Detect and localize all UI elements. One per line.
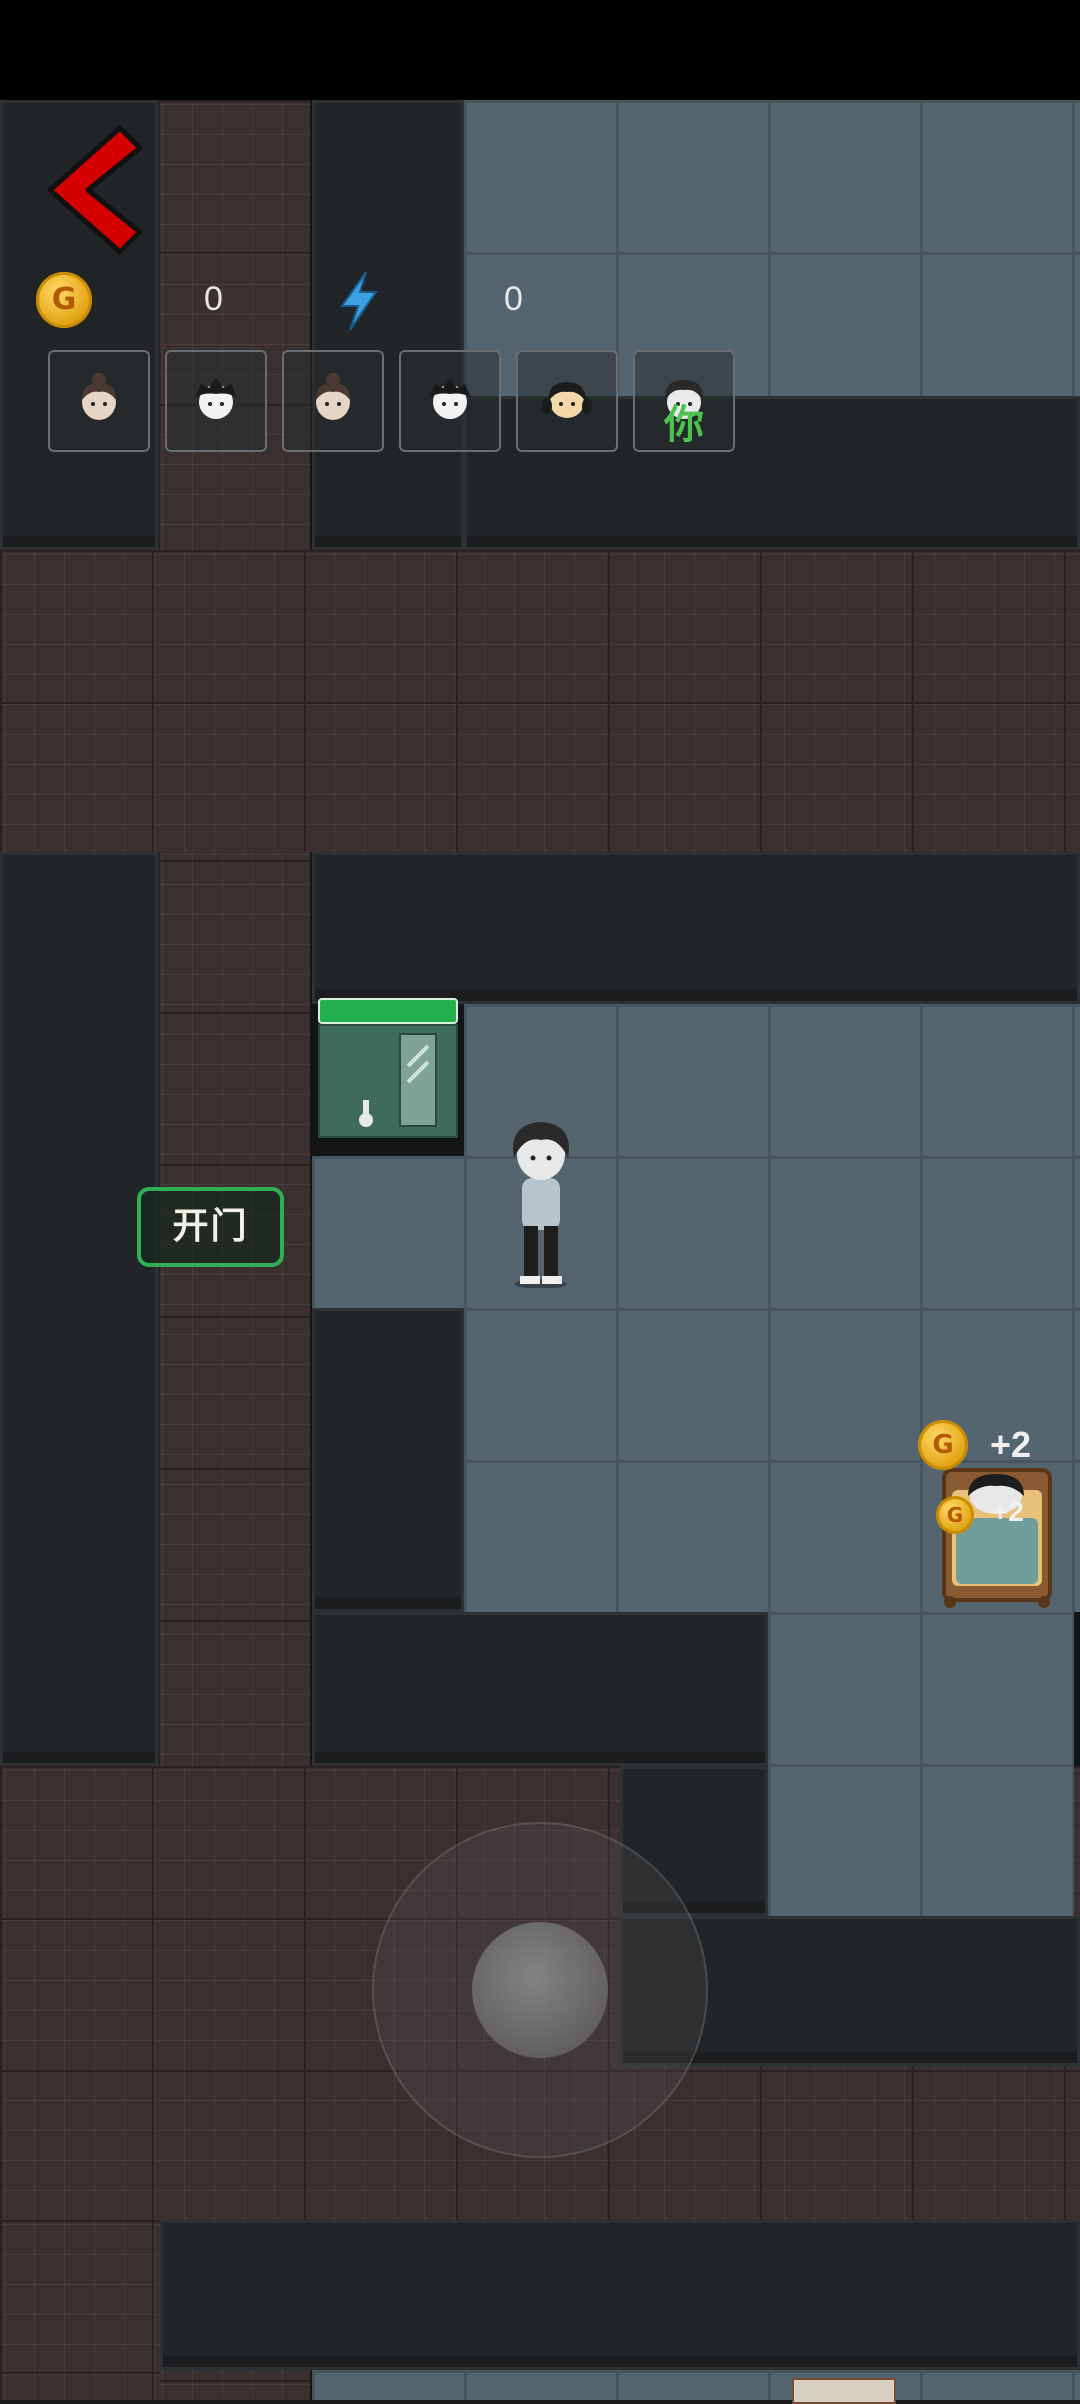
player-slot-you[interactable]: 你 (633, 350, 735, 452)
girl-pigtails-avatar-icon (542, 382, 592, 418)
wall (312, 1308, 464, 1612)
coin-gain-text: +2 (990, 1424, 1032, 1465)
energy-count: 0 (504, 280, 523, 318)
player-character (513, 1122, 569, 1288)
coin-icon: G (36, 272, 92, 328)
coin-count: 0 (204, 280, 223, 318)
coin-gain-text: +2 (992, 1496, 1024, 1527)
room-lower-right (768, 1612, 1074, 1916)
bed[interactable] (938, 1460, 1056, 1610)
door-icon (359, 1033, 437, 1127)
room-bottom (312, 2370, 1080, 2400)
player-list: 你 (48, 350, 748, 452)
you-label: 你 (664, 402, 704, 448)
player-slot-4[interactable] (399, 350, 501, 452)
wall (0, 852, 158, 1766)
room-door-step (312, 1156, 466, 1308)
scroll-poster (792, 2378, 896, 2404)
chevron-left-icon (47, 125, 143, 255)
open-door-button[interactable]: 开门 (137, 1187, 284, 1267)
joystick-knob[interactable] (472, 1922, 608, 2058)
girl-bun-avatar-icon (82, 373, 116, 420)
virtual-joystick[interactable] (372, 1822, 708, 2158)
boy-messy-hair-avatar-icon (429, 378, 471, 419)
coin-icon: G (936, 1496, 974, 1534)
door-panel (318, 1024, 458, 1138)
girl-bun-avatar-icon (316, 373, 350, 420)
player-slot-1[interactable] (48, 350, 150, 452)
player-slot-3[interactable] (282, 350, 384, 452)
back-button[interactable] (40, 120, 150, 260)
wall (312, 852, 1080, 1004)
boy-messy-hair-avatar-icon (195, 378, 237, 419)
resource-bar: G 0 0 (36, 268, 636, 334)
coin-icon: G (918, 1420, 968, 1470)
wall (160, 2220, 1080, 2370)
status-bar (0, 0, 1080, 100)
door-health-bar (318, 998, 458, 1024)
wall (312, 1612, 768, 1766)
player-slot-2[interactable] (165, 350, 267, 452)
lightning-icon (340, 271, 378, 331)
corridor-horizontal-top (0, 550, 1080, 852)
player-slot-5[interactable] (516, 350, 618, 452)
corridor-lower-left (0, 2220, 160, 2400)
door[interactable] (318, 998, 458, 1140)
